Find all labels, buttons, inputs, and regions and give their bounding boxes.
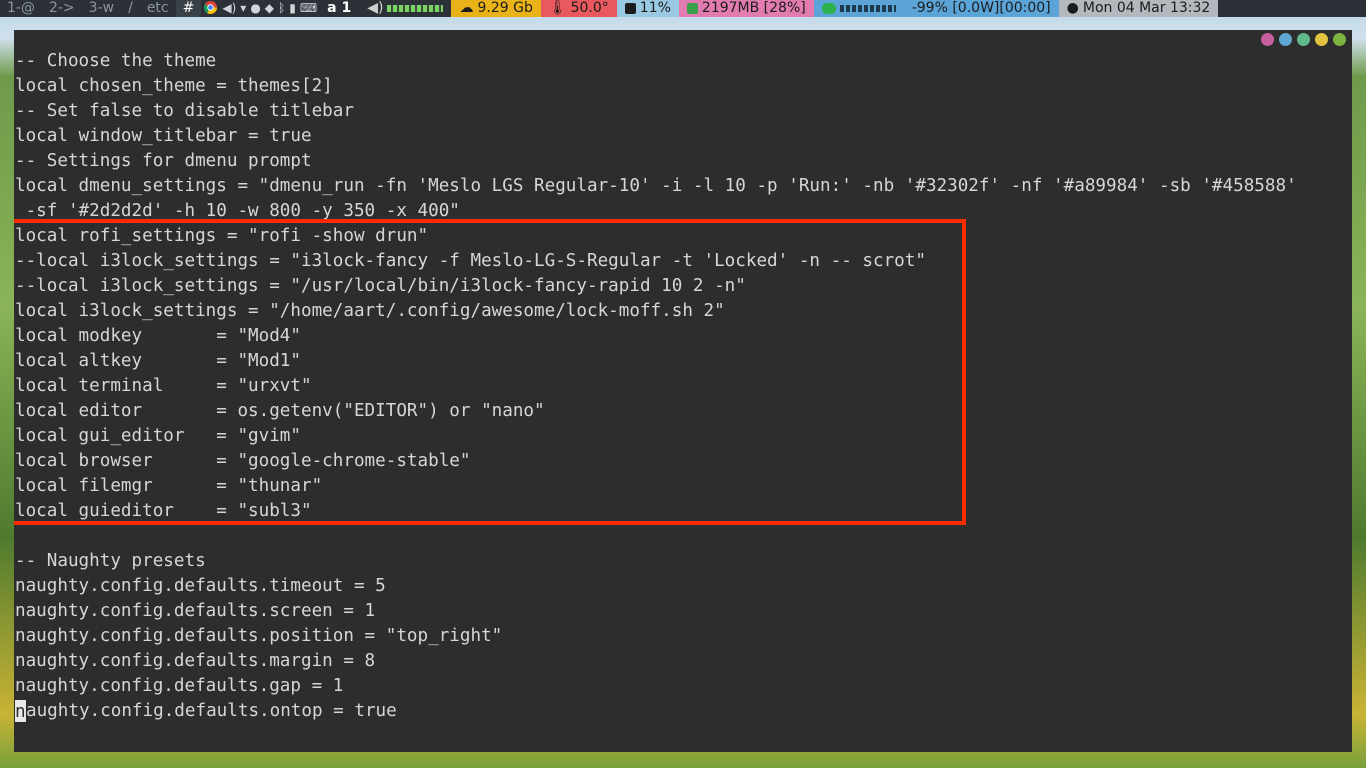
code-line: local modkey = "Mod4" bbox=[15, 326, 301, 346]
volume-icon[interactable]: ◀) bbox=[220, 0, 238, 17]
code-line: -sf '#2d2d2d' -h 10 -w 800 -y 350 -x 400… bbox=[15, 201, 460, 221]
code-line: -- Set false to disable titlebar bbox=[15, 101, 354, 121]
cloud-icon: ☁ bbox=[459, 0, 474, 16]
tag-3[interactable]: 3-w bbox=[82, 0, 121, 17]
code-line: --local i3lock_settings = "i3lock-fancy … bbox=[15, 251, 926, 271]
shield-icon[interactable]: ◆ bbox=[263, 0, 276, 17]
code-line: -- Naughty presets bbox=[15, 551, 206, 571]
speaker-icon: ◀) bbox=[367, 0, 384, 16]
maximize-dot-button[interactable] bbox=[1279, 33, 1292, 46]
cpu-value: 11% bbox=[639, 0, 671, 16]
keyboard-icon[interactable]: ⌨ bbox=[298, 0, 319, 17]
code-line: local dmenu_settings = "dmenu_run -fn 'M… bbox=[15, 176, 1297, 196]
clock-value: Mon 04 Mar 13:32 bbox=[1082, 0, 1211, 16]
thermometer-icon: 🌡 bbox=[548, 0, 567, 16]
chrome-icon[interactable] bbox=[201, 0, 220, 17]
cursor-line-text: aughty.config.defaults.ontop = true bbox=[26, 701, 397, 721]
cpu-icon bbox=[624, 3, 636, 14]
battery-widget: -99% [0.0W][00:00] bbox=[813, 0, 1059, 17]
code-line: local altkey = "Mod1" bbox=[15, 351, 301, 371]
battery-icon[interactable]: ▮ bbox=[287, 0, 298, 17]
volume-bar[interactable]: ◀) bbox=[359, 0, 451, 17]
code-line: local editor = os.getenv("EDITOR") or "n… bbox=[15, 401, 545, 421]
code-line: -- Choose the theme bbox=[15, 51, 217, 71]
cpu-widget: 11% bbox=[616, 0, 679, 17]
location-icon[interactable]: ● bbox=[248, 0, 262, 17]
code-line: local gui_editor = "gvim" bbox=[15, 426, 301, 446]
close-dot-button[interactable] bbox=[1261, 33, 1274, 46]
code-line-cursor: naughty.config.defaults.ontop = true bbox=[15, 699, 1297, 724]
storage-widget: ☁ 9.29 Gb bbox=[451, 0, 541, 17]
tag-4[interactable]: / bbox=[121, 0, 140, 17]
temperature-value: 50.0° bbox=[570, 0, 609, 16]
code-line: local window_titlebar = true bbox=[15, 126, 312, 146]
code-line: naughty.config.defaults.timeout = 5 bbox=[15, 576, 386, 596]
window-controls bbox=[1261, 33, 1346, 46]
code-line: naughty.config.defaults.gap = 1 bbox=[15, 676, 344, 696]
ontop-dot-button[interactable] bbox=[1315, 33, 1328, 46]
memory-icon bbox=[686, 3, 698, 14]
code-line: local browser = "google-chrome-stable" bbox=[15, 451, 471, 471]
code-line: local i3lock_settings = "/home/aart/.con… bbox=[15, 301, 725, 321]
battery-bar-icon bbox=[821, 3, 836, 14]
clock-widget[interactable]: ● Mon 04 Mar 13:32 bbox=[1058, 0, 1219, 17]
top-status-bar: 1-@ 2-> 3-w / etc # ◀) ▾ ● ◆ ᛒ ▮ ⌨ a 1 ◀… bbox=[0, 0, 1366, 17]
sticky-dot-button[interactable] bbox=[1297, 33, 1310, 46]
volume-level-bar bbox=[387, 5, 444, 12]
code-line: local guieditor = "subl3" bbox=[15, 501, 312, 521]
code-line: local rofi_settings = "rofi -show drun" bbox=[15, 226, 429, 246]
code-line: --local i3lock_settings = "/usr/local/bi… bbox=[15, 276, 746, 296]
memory-widget: 2197MB [28%] bbox=[678, 0, 814, 17]
code-line: local terminal = "urxvt" bbox=[15, 376, 312, 396]
bluetooth-icon[interactable]: ᛒ bbox=[276, 0, 287, 17]
terminal-window[interactable]: -- Choose the theme local chosen_theme =… bbox=[14, 30, 1352, 752]
storage-value: 9.29 Gb bbox=[477, 0, 533, 16]
temperature-widget: 🌡 50.0° bbox=[540, 0, 617, 17]
code-line: naughty.config.defaults.position = "top_… bbox=[15, 626, 503, 646]
clock-icon: ● bbox=[1066, 0, 1079, 16]
code-line: -- Settings for dmenu prompt bbox=[15, 151, 312, 171]
tag-6[interactable]: # bbox=[175, 0, 202, 17]
text-cursor: n bbox=[15, 700, 26, 722]
code-line: local filemgr = "thunar" bbox=[15, 476, 323, 496]
tag-2[interactable]: 2-> bbox=[42, 0, 82, 17]
keyboard-layout[interactable]: a 1 bbox=[319, 0, 359, 17]
code-view[interactable]: -- Choose the theme local chosen_theme =… bbox=[15, 49, 1297, 724]
code-line: local chosen_theme = themes[2] bbox=[15, 76, 333, 96]
battery-value: -99% [0.0W][00:00] bbox=[911, 0, 1051, 16]
memory-value: 2197MB [28%] bbox=[701, 0, 806, 16]
wifi-icon[interactable]: ▾ bbox=[238, 0, 248, 17]
battery-level-bar bbox=[839, 5, 896, 12]
tag-5[interactable]: etc bbox=[140, 0, 176, 17]
tag-1[interactable]: 1-@ bbox=[0, 0, 42, 17]
code-line: naughty.config.defaults.margin = 8 bbox=[15, 651, 376, 671]
terminal-titlebar[interactable] bbox=[14, 30, 1352, 49]
code-line: naughty.config.defaults.screen = 1 bbox=[15, 601, 376, 621]
floating-dot-button[interactable] bbox=[1333, 33, 1346, 46]
